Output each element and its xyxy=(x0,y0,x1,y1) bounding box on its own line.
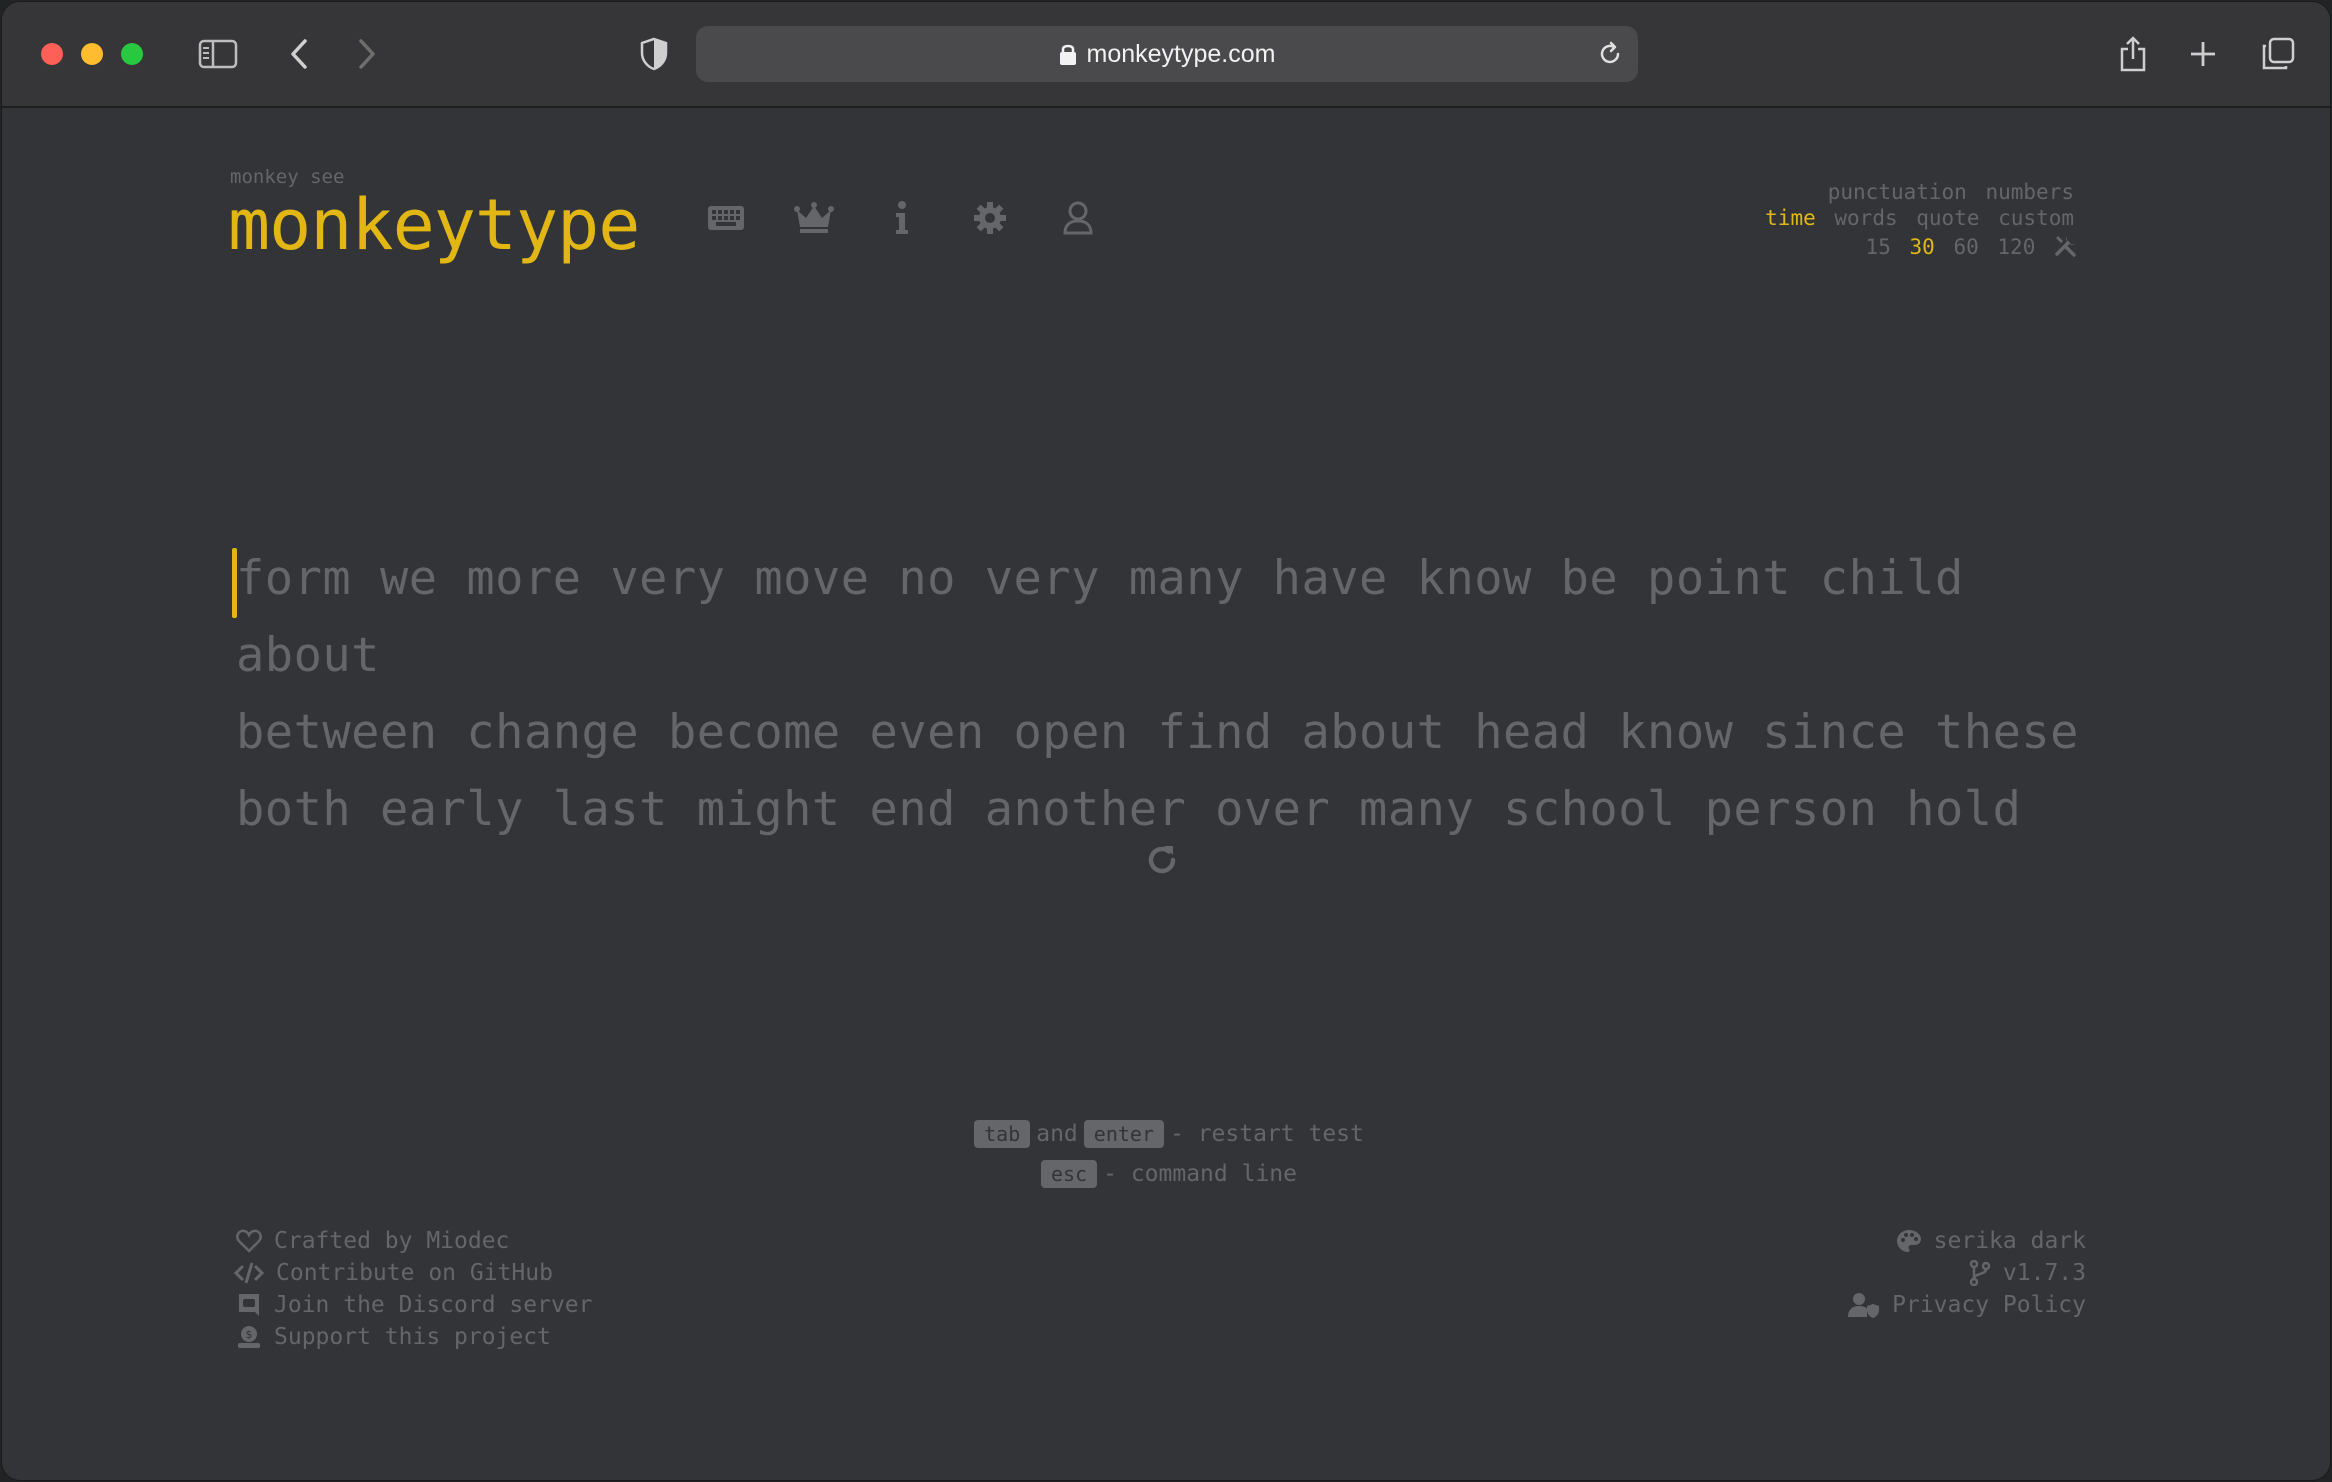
url-text: monkeytype.com xyxy=(1086,39,1276,68)
info-icon[interactable] xyxy=(880,196,924,240)
footer-privacy-link[interactable]: Privacy Policy xyxy=(1848,1292,2086,1318)
user-icon[interactable] xyxy=(1056,196,1100,240)
donate-icon: $ xyxy=(238,1326,260,1348)
footer-github-link[interactable]: Contribute on GitHub xyxy=(234,1260,553,1286)
footer-discord-link[interactable]: Join the Discord server xyxy=(236,1292,593,1318)
palette-icon xyxy=(1896,1230,1921,1252)
keyboard-icon[interactable] xyxy=(704,196,748,240)
address-bar[interactable]: monkeytype.com xyxy=(696,26,1638,82)
forward-arrow-icon[interactable] xyxy=(352,30,382,78)
crown-icon[interactable] xyxy=(792,196,836,240)
restart-hint: tab and enter - restart test xyxy=(2,1120,2330,1148)
logo[interactable]: monkeytype xyxy=(228,180,640,270)
gear-icon[interactable] xyxy=(968,196,1012,240)
browser-toolbar: monkeytype.com xyxy=(2,2,2330,108)
numbers-toggle[interactable]: numbers xyxy=(1985,180,2074,204)
mode-custom[interactable]: custom xyxy=(1998,206,2074,230)
heart-icon xyxy=(236,1229,262,1253)
footer-support-link[interactable]: $ Support this project xyxy=(236,1324,551,1350)
new-tab-icon[interactable] xyxy=(2186,30,2220,78)
footer-crafted-link[interactable]: Crafted by Miodec xyxy=(236,1228,509,1254)
browser-window: monkeytype.com monkey see monkeytype pun… xyxy=(2,2,2330,1480)
esc-key-badge: esc xyxy=(1041,1160,1098,1188)
svg-text:$: $ xyxy=(246,1328,253,1341)
branch-icon xyxy=(1969,1260,1991,1286)
mode-quote[interactable]: quote xyxy=(1916,206,1979,230)
time-60[interactable]: 60 xyxy=(1953,235,1978,259)
footer-version-button[interactable]: v1.7.3 xyxy=(1969,1260,2086,1286)
footer-theme-button[interactable]: serika dark xyxy=(1896,1228,2086,1254)
back-arrow-icon[interactable] xyxy=(284,30,314,78)
mode-words[interactable]: words xyxy=(1834,206,1897,230)
close-window-button[interactable] xyxy=(41,43,63,65)
punctuation-toggle[interactable]: punctuation xyxy=(1828,180,1967,204)
words-line-2: between change become even open find abo… xyxy=(236,705,2079,760)
enter-key-badge: enter xyxy=(1083,1120,1164,1148)
monkeytype-page: monkey see monkeytype punctuation number… xyxy=(2,108,2330,1480)
code-icon xyxy=(234,1262,264,1284)
restart-icon[interactable] xyxy=(1142,840,1182,880)
privacy-icon xyxy=(1848,1293,1880,1318)
tab-key-badge: tab xyxy=(974,1120,1031,1148)
words-area[interactable]: form we more very move no very many have… xyxy=(236,540,2096,848)
config-row-time: 15 30 60 120 xyxy=(1860,233,2078,262)
discord-icon xyxy=(239,1294,259,1316)
sidebar-toggle-icon[interactable] xyxy=(196,30,240,78)
maximize-window-button[interactable] xyxy=(121,43,143,65)
reload-icon[interactable] xyxy=(1596,40,1624,72)
share-icon[interactable] xyxy=(2116,30,2150,78)
custom-time-tools-icon[interactable] xyxy=(2054,233,2078,262)
words-line-3: both early last might end another over m… xyxy=(236,782,2022,837)
lock-icon xyxy=(1059,44,1076,65)
config-row-mode: time words quote custom xyxy=(1759,206,2074,230)
mode-time[interactable]: time xyxy=(1765,206,1816,230)
words-line-1: form we more very move no very many have… xyxy=(236,551,1964,683)
privacy-shield-icon[interactable] xyxy=(636,30,672,78)
config-row-toggles: punctuation numbers xyxy=(1822,180,2074,204)
command-hint: esc - command line xyxy=(2,1160,2330,1188)
time-120[interactable]: 120 xyxy=(1997,235,2035,259)
minimize-window-button[interactable] xyxy=(81,43,103,65)
time-15[interactable]: 15 xyxy=(1866,235,1891,259)
tab-overview-icon[interactable] xyxy=(2258,30,2298,78)
time-30[interactable]: 30 xyxy=(1910,235,1935,259)
